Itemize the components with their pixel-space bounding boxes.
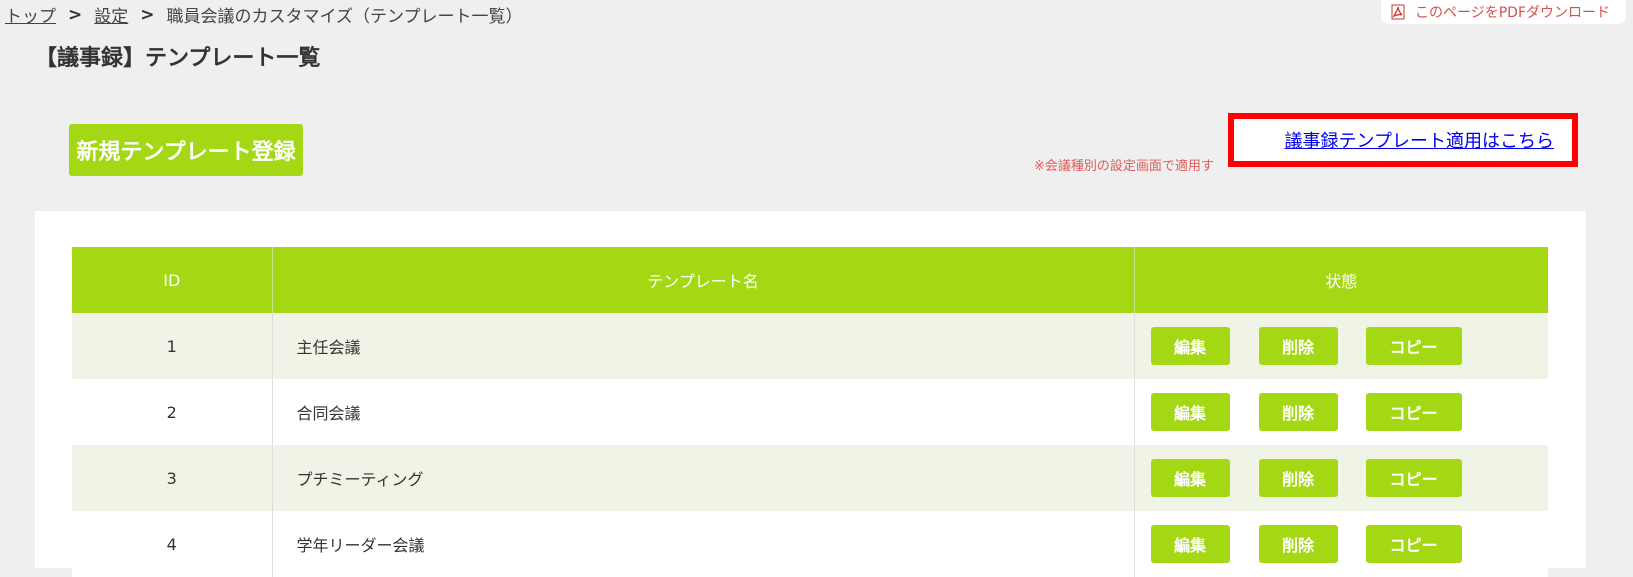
template-table: ID テンプレート名 状態 1 主任会議 編集 削除 コピー 2 合同会議 編集 削除… [72, 247, 1548, 577]
delete-button[interactable]: 削除 [1258, 393, 1338, 431]
apply-template-link[interactable]: 議事録テンプレート適用はこちら [1285, 127, 1554, 153]
row-actions: 編集 削除 コピー [1134, 445, 1548, 511]
copy-button[interactable]: コピー [1365, 393, 1462, 431]
copy-button[interactable]: コピー [1365, 525, 1462, 563]
table-header-row: ID テンプレート名 状態 [72, 247, 1548, 313]
row-template-name: 合同会議 [272, 379, 1135, 445]
breadcrumb-separator: > [140, 4, 155, 25]
apply-template-highlight: 議事録テンプレート適用はこちら [1228, 113, 1578, 167]
delete-button[interactable]: 削除 [1258, 459, 1338, 497]
breadcrumb-top-link[interactable]: トップ [5, 2, 56, 27]
table-row: 1 主任会議 編集 削除 コピー [72, 313, 1548, 379]
row-id: 3 [72, 445, 273, 511]
copy-button[interactable]: コピー [1365, 459, 1462, 497]
pdf-download-label: このページをPDFダウンロード [1415, 5, 1610, 21]
breadcrumb-settings-link[interactable]: 設定 [94, 2, 128, 27]
page-title: 【議事録】テンプレート一覧 [35, 46, 321, 71]
copy-button[interactable]: コピー [1365, 327, 1462, 365]
table-row: 2 合同会議 編集 削除 コピー [72, 379, 1548, 445]
column-header-id: ID [72, 247, 273, 313]
row-template-name: プチミーティング [272, 445, 1135, 511]
row-template-name: 学年リーダー会議 [272, 511, 1135, 577]
row-id: 1 [72, 313, 273, 379]
breadcrumb-current: 職員会議のカスタマイズ（テンプレート一覧） [166, 7, 523, 27]
breadcrumb: トップ > 設定 > 職員会議のカスタマイズ（テンプレート一覧） [5, 2, 523, 28]
pdf-download-link[interactable]: このページをPDFダウンロード [1381, 0, 1626, 24]
edit-button[interactable]: 編集 [1150, 393, 1230, 431]
row-actions: 編集 削除 コピー [1134, 511, 1548, 577]
delete-button[interactable]: 削除 [1258, 525, 1338, 563]
edit-button[interactable]: 編集 [1150, 459, 1230, 497]
pdf-icon [1391, 4, 1405, 20]
row-id: 4 [72, 511, 273, 577]
apply-note: ※会議種別の設定画面で適用す [1034, 159, 1214, 174]
column-header-name: テンプレート名 [272, 247, 1135, 313]
breadcrumb-separator: > [68, 4, 83, 25]
edit-button[interactable]: 編集 [1150, 327, 1230, 365]
delete-button[interactable]: 削除 [1258, 327, 1338, 365]
table-row: 3 プチミーティング 編集 削除 コピー [72, 445, 1548, 511]
table-row: 4 学年リーダー会議 編集 削除 コピー [72, 511, 1548, 577]
row-actions: 編集 削除 コピー [1134, 379, 1548, 445]
template-list-panel: ID テンプレート名 状態 1 主任会議 編集 削除 コピー 2 合同会議 編集 削除… [35, 211, 1586, 577]
column-header-status: 状態 [1134, 247, 1548, 313]
row-id: 2 [72, 379, 273, 445]
row-template-name: 主任会議 [272, 313, 1135, 379]
new-template-button[interactable]: 新規テンプレート登録 [69, 124, 303, 176]
edit-button[interactable]: 編集 [1150, 525, 1230, 563]
row-actions: 編集 削除 コピー [1134, 313, 1548, 379]
